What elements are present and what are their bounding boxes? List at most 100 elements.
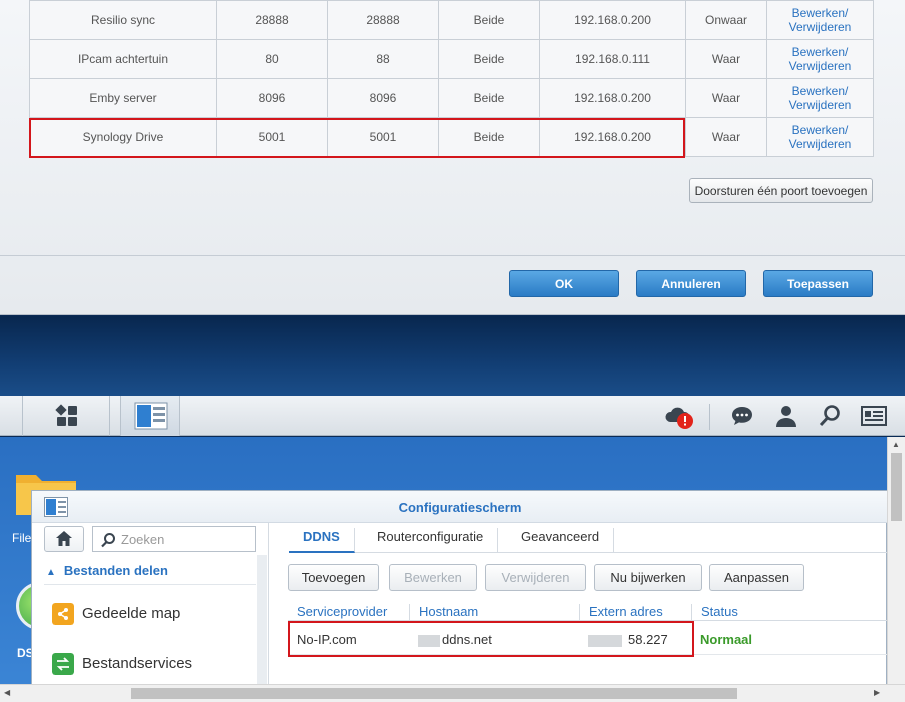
window-title: Configuratiescherm	[398, 500, 522, 515]
delete-link[interactable]: Verwijderen	[767, 59, 873, 73]
row-actions: Bewerken/ Verwijderen	[766, 0, 874, 40]
vertical-scrollbar[interactable]: ▲	[887, 437, 905, 687]
taskbar-divider	[709, 404, 710, 430]
control-panel-icon	[134, 402, 168, 430]
enabled-status: Waar	[685, 117, 767, 157]
horizontal-scrollbar[interactable]: ◀ ▶	[0, 684, 905, 702]
rule-name: Resilio sync	[29, 0, 217, 40]
update-now-button[interactable]: Nu bijwerken	[594, 564, 702, 591]
ip-address: 192.168.0.200	[539, 0, 686, 40]
add-button[interactable]: Toevoegen	[288, 564, 379, 591]
enabled-status: Waar	[685, 78, 767, 118]
edit-link[interactable]: Bewerken/	[767, 123, 873, 137]
column-header-status[interactable]: Status	[692, 604, 812, 621]
search-button[interactable]	[818, 404, 842, 428]
column-header-external-address[interactable]: Extern adres	[580, 604, 692, 621]
column-header-provider[interactable]: Serviceprovider	[288, 604, 410, 621]
home-button[interactable]	[44, 526, 84, 552]
sidebar-item-file-services[interactable]: Bestandservices	[52, 649, 252, 679]
edit-button[interactable]: Bewerken	[389, 564, 477, 591]
public-port: 5001	[216, 117, 328, 157]
ddns-status: Normaal	[700, 632, 753, 647]
cancel-button[interactable]: Annuleren	[636, 270, 746, 297]
chevron-up-icon: ▲	[46, 567, 56, 578]
user-icon	[776, 406, 796, 427]
enabled-status: Waar	[685, 39, 767, 79]
protocol: Beide	[438, 0, 540, 40]
tab-bar: DDNS Routerconfiguratie Geavanceerd	[289, 523, 887, 553]
private-port: 88	[327, 39, 439, 79]
port-forwarding-dialog: Resilio sync 28888 28888 Beide 192.168.0…	[0, 0, 905, 315]
private-port: 28888	[327, 0, 439, 40]
ok-button[interactable]: OK	[509, 270, 619, 297]
sidebar-scrollbar[interactable]	[257, 555, 267, 688]
scroll-left-icon[interactable]: ◀	[4, 688, 10, 697]
edit-link[interactable]: Bewerken/	[767, 84, 873, 98]
widgets-button[interactable]	[861, 404, 887, 428]
search-input[interactable]	[121, 530, 251, 548]
search-box	[92, 526, 256, 552]
ip-address: 192.168.0.111	[539, 39, 686, 79]
tab-ddns[interactable]: DDNS	[289, 528, 355, 553]
ddns-hostname-cell: ddns.net	[418, 632, 492, 647]
edit-link[interactable]: Bewerken/	[767, 45, 873, 59]
sidebar-item-shared-folder[interactable]: Gedeelde map	[52, 599, 252, 629]
search-icon	[101, 533, 115, 548]
ddns-external-address-cell: 58.227	[588, 632, 668, 647]
rule-name: IPcam achtertuin	[29, 39, 217, 79]
edit-link[interactable]: Bewerken/	[767, 6, 873, 20]
scrollbar-thumb[interactable]	[131, 688, 737, 699]
tab-router-configuration[interactable]: Routerconfiguratie	[363, 528, 499, 553]
table-row[interactable]: Emby server 8096 8096 Beide 192.168.0.20…	[29, 78, 874, 118]
main-menu-button[interactable]	[22, 396, 110, 436]
main-menu-icon	[55, 404, 77, 426]
private-port: 8096	[327, 78, 439, 118]
search-icon	[819, 405, 840, 427]
row-actions: Bewerken/ Verwijderen	[766, 117, 874, 157]
home-icon	[56, 531, 72, 546]
sidebar-item-label: Gedeelde map	[82, 605, 181, 622]
private-port: 5001	[327, 117, 439, 157]
dialog-divider	[0, 255, 905, 256]
scroll-right-icon[interactable]: ▶	[874, 688, 880, 697]
scroll-up-icon[interactable]: ▲	[892, 440, 900, 449]
cloud-alert-icon	[665, 407, 693, 429]
delete-link[interactable]: Verwijderen	[767, 20, 873, 34]
scrollbar-thumb[interactable]	[891, 453, 902, 521]
sidebar-section-header[interactable]: ▲ Bestanden delen	[44, 563, 256, 585]
enabled-status: Onwaar	[685, 0, 767, 40]
redacted-block	[588, 634, 622, 647]
table-row[interactable]: Synology Drive 5001 5001 Beide 192.168.0…	[29, 117, 874, 157]
notification-button[interactable]	[664, 404, 693, 429]
column-header-hostname[interactable]: Hostnaam	[410, 604, 580, 621]
user-button[interactable]	[774, 404, 798, 428]
ip-address: 192.168.0.200	[539, 78, 686, 118]
desktop-file-label: File	[12, 531, 32, 545]
protocol: Beide	[438, 78, 540, 118]
public-port: 8096	[216, 78, 328, 118]
ddns-external-address: 58.227	[628, 632, 668, 647]
table-row[interactable]: Resilio sync 28888 28888 Beide 192.168.0…	[29, 0, 874, 40]
port-forwarding-table: Resilio sync 28888 28888 Beide 192.168.0…	[29, 0, 874, 157]
desktop-background	[0, 316, 905, 396]
ddns-provider: No-IP.com	[297, 632, 357, 647]
delete-link[interactable]: Verwijderen	[767, 137, 873, 151]
widgets-icon	[861, 406, 887, 426]
control-panel-taskbar-button[interactable]	[120, 396, 180, 436]
table-row[interactable]: No-IP.com ddns.net 58.227 Normaal	[288, 623, 887, 655]
ip-address: 192.168.0.200	[539, 117, 686, 157]
chat-button[interactable]	[730, 404, 754, 428]
tab-advanced[interactable]: Geavanceerd	[507, 528, 615, 553]
customize-button[interactable]: Aanpassen	[709, 564, 804, 591]
table-row[interactable]: IPcam achtertuin 80 88 Beide 192.168.0.1…	[29, 39, 874, 79]
protocol: Beide	[438, 39, 540, 79]
chat-icon	[732, 407, 752, 425]
delete-link[interactable]: Verwijderen	[767, 98, 873, 112]
window-titlebar[interactable]: Configuratiescherm	[32, 491, 888, 523]
apply-button[interactable]: Toepassen	[763, 270, 873, 297]
add-port-forward-button[interactable]: Doorsturen één poort toevoegen	[689, 178, 873, 203]
file-services-icon	[52, 653, 74, 675]
delete-button[interactable]: Verwijderen	[485, 564, 586, 591]
ddns-table-header: Serviceprovider Hostnaam Extern adres St…	[288, 601, 887, 621]
row-actions: Bewerken/ Verwijderen	[766, 78, 874, 118]
